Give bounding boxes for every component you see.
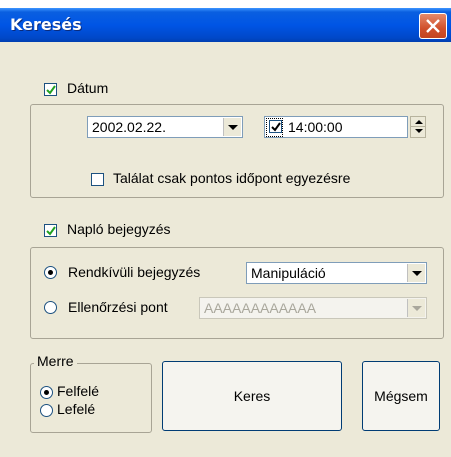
- time-value: 14:00:00: [288, 119, 343, 135]
- log-entry-checkbox[interactable]: [44, 224, 57, 237]
- direction-up-label: Felfelé: [57, 383, 100, 399]
- log-entry-label: Napló bejegyzés: [67, 221, 171, 237]
- date-dropdown-button[interactable]: [223, 118, 241, 136]
- date-checkbox[interactable]: [44, 83, 57, 96]
- checkpoint-combobox: AAAAAAAAAAAA: [199, 297, 427, 319]
- check-icon: [271, 122, 281, 132]
- time-checkbox[interactable]: [269, 120, 282, 133]
- chevron-down-icon: [412, 306, 422, 311]
- exact-match-checkbox[interactable]: [91, 173, 104, 186]
- close-button[interactable]: [419, 13, 447, 39]
- special-entry-radio[interactable]: [44, 266, 57, 279]
- checkpoint-value: AAAAAAAAAAAA: [204, 300, 317, 316]
- check-icon: [46, 226, 56, 236]
- log-entry-groupbox: [30, 247, 444, 339]
- checkpoint-dropdown-button: [407, 299, 425, 317]
- direction-up-radio[interactable]: [40, 386, 53, 399]
- radio-dot: [44, 390, 49, 395]
- special-entry-value: Manipuláció: [251, 265, 326, 281]
- checkpoint-label: Ellenőrzési pont: [68, 299, 168, 315]
- exact-match-label: Találat csak pontos időpont egyezésre: [113, 170, 351, 186]
- chevron-down-icon: [412, 271, 422, 276]
- close-icon: [426, 19, 440, 33]
- spin-divider: [411, 126, 425, 127]
- direction-label: Merre: [34, 353, 77, 369]
- spin-down-icon[interactable]: [415, 129, 423, 133]
- radio-dot: [48, 270, 53, 275]
- special-entry-combobox[interactable]: Manipuláció: [246, 262, 427, 284]
- date-value: 2002.02.22.: [92, 119, 166, 135]
- spin-up-icon[interactable]: [415, 120, 423, 124]
- time-field[interactable]: 14:00:00: [264, 116, 408, 138]
- cancel-button[interactable]: Mégsem: [362, 361, 440, 431]
- date-label: Dátum: [67, 80, 109, 96]
- check-icon: [46, 85, 56, 95]
- chevron-down-icon: [228, 125, 238, 130]
- search-button[interactable]: Keres: [162, 361, 342, 431]
- special-dropdown-button[interactable]: [407, 264, 425, 282]
- direction-down-label: Lefelé: [57, 401, 96, 417]
- date-combobox[interactable]: 2002.02.22.: [87, 116, 243, 138]
- time-spinner[interactable]: [410, 116, 426, 138]
- direction-down-radio[interactable]: [40, 404, 53, 417]
- window-title: Keresés: [10, 15, 82, 34]
- special-entry-label: Rendkívüli bejegyzés: [68, 264, 201, 280]
- checkpoint-radio[interactable]: [44, 301, 57, 314]
